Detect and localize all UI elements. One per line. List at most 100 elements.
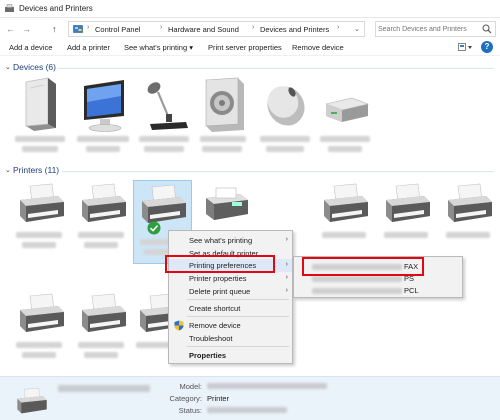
computer-tower-icon	[25, 77, 56, 131]
menu-item-printing-preferences[interactable]: Printing preferences ›	[169, 259, 292, 272]
title-bar: Devices and Printers	[0, 0, 500, 18]
printer-name	[322, 232, 366, 238]
breadcrumb-control-panel[interactable]: Control Panel	[95, 25, 140, 34]
add-printer-button[interactable]: Add a printer	[67, 43, 110, 52]
details-pane: Model: Category: Printer Status:	[0, 376, 500, 420]
control-panel-icon	[73, 25, 83, 33]
see-whats-printing-button[interactable]: See what's printing ▾	[124, 43, 193, 52]
menu-item-label: Remove device	[189, 321, 241, 330]
group-divider	[62, 171, 494, 172]
printer-icon	[324, 183, 368, 222]
remove-device-button[interactable]: Remove device	[292, 43, 344, 52]
device-name	[328, 146, 362, 152]
printer-item[interactable]	[74, 290, 132, 370]
back-arrow-icon[interactable]: ←	[6, 23, 15, 35]
menu-item-label: Properties	[189, 351, 227, 360]
device-mouse[interactable]	[256, 76, 314, 171]
menu-item-label: Set as default printer	[189, 249, 259, 258]
help-icon[interactable]: ?	[481, 41, 493, 53]
model-value	[207, 383, 327, 389]
status-label: Status:	[178, 406, 202, 415]
menu-item-properties[interactable]: Properties	[169, 349, 292, 362]
search-icon[interactable]	[482, 24, 492, 34]
printer-name	[22, 352, 56, 358]
collapse-chevron-icon[interactable]: ⌄	[5, 166, 11, 174]
external-drive-icon	[324, 97, 370, 122]
microphone-icon	[147, 82, 188, 130]
printer-name	[78, 232, 124, 238]
submenu-item-label: FAX	[404, 262, 419, 271]
printer-icon	[448, 183, 492, 222]
category-label: Category:	[169, 394, 202, 403]
monitor-icon	[84, 80, 124, 132]
print-server-properties-button[interactable]: Print server properties	[208, 43, 282, 52]
menu-item-label: Delete print queue	[189, 287, 251, 296]
printer-name	[22, 242, 56, 248]
menu-item-label: See what's printing	[189, 236, 253, 245]
add-device-button[interactable]: Add a device	[9, 43, 52, 52]
default-printer-check-icon	[147, 221, 161, 235]
menu-item-remove-device[interactable]: Remove device	[169, 319, 292, 332]
command-bar: Add a device Add a printer See what's pr…	[0, 39, 500, 56]
window-title: Devices and Printers	[19, 4, 93, 13]
printer-name	[384, 232, 428, 238]
menu-item-delete-print-queue[interactable]: Delete print queue ›	[169, 285, 292, 298]
menu-item-create-shortcut[interactable]: Create shortcut	[169, 302, 292, 315]
printing-preferences-submenu: FAX PS PCL	[293, 256, 463, 298]
device-external-drive[interactable]	[316, 76, 374, 171]
menu-item-troubleshoot[interactable]: Troubleshoot	[169, 332, 292, 345]
mouse-icon	[267, 86, 305, 126]
device-monitor[interactable]	[74, 76, 132, 171]
devices-printers-icon	[5, 4, 14, 12]
group-divider	[58, 68, 494, 69]
device-name	[86, 146, 120, 152]
submenu-arrow-icon: ›	[285, 287, 288, 294]
printer-name	[84, 242, 118, 248]
up-arrow-icon[interactable]: ↑	[52, 23, 57, 35]
breadcrumb-separator[interactable]: ›	[337, 24, 339, 31]
device-name	[200, 136, 246, 142]
printer-icon	[82, 293, 126, 332]
printer-item[interactable]	[12, 290, 70, 370]
devices-group-label: Devices (6)	[13, 62, 56, 72]
device-name	[22, 146, 58, 152]
device-speaker[interactable]	[194, 76, 252, 171]
menu-item-label: Printing preferences	[189, 261, 257, 270]
search-box[interactable]	[375, 21, 496, 37]
menu-item-label: Troubleshoot	[189, 334, 233, 343]
submenu-item-pcl[interactable]: PCL	[294, 284, 462, 297]
status-value	[207, 407, 287, 413]
breadcrumb-separator[interactable]: ›	[160, 24, 162, 31]
submenu-item-prefix	[312, 276, 402, 282]
collapse-chevron-icon[interactable]: ⌄	[5, 63, 11, 71]
breadcrumb-separator: ›	[87, 24, 90, 31]
submenu-arrow-icon: ›	[285, 261, 288, 268]
breadcrumb-hardware-and-sound[interactable]: Hardware and Sound	[168, 25, 239, 34]
device-name	[77, 136, 129, 142]
submenu-arrow-icon: ›	[285, 274, 288, 281]
device-computer[interactable]	[12, 76, 70, 171]
device-name	[139, 136, 189, 142]
printers-group-header[interactable]: ⌄ Printers (11)	[0, 165, 500, 177]
submenu-item-label: PS	[404, 274, 415, 283]
admin-shield-icon	[174, 320, 184, 331]
forward-arrow-icon[interactable]: →	[22, 23, 31, 35]
printer-item[interactable]	[12, 180, 70, 275]
address-bar[interactable]: › Control Panel › Hardware and Sound › D…	[68, 21, 365, 37]
menu-item-printer-properties[interactable]: Printer properties ›	[169, 272, 292, 285]
printer-name	[84, 352, 118, 358]
address-dropdown-icon[interactable]: ⌄	[354, 25, 360, 33]
device-microphone[interactable]	[136, 76, 194, 171]
breadcrumb-devices-and-printers[interactable]: Devices and Printers	[260, 25, 329, 34]
printer-item[interactable]	[74, 180, 132, 275]
devices-group-header[interactable]: ⌄ Devices (6)	[0, 62, 500, 74]
printer-context-menu: See what's printing › Set as default pri…	[168, 230, 293, 364]
menu-separator	[187, 299, 289, 300]
change-view-icon[interactable]	[458, 43, 472, 52]
submenu-item-label: PCL	[404, 286, 419, 295]
menu-item-see-whats-printing[interactable]: See what's printing ›	[169, 234, 292, 247]
category-value: Printer	[207, 394, 230, 403]
search-input[interactable]	[378, 23, 478, 35]
breadcrumb-separator[interactable]: ›	[252, 24, 254, 31]
printer-name	[16, 232, 62, 238]
